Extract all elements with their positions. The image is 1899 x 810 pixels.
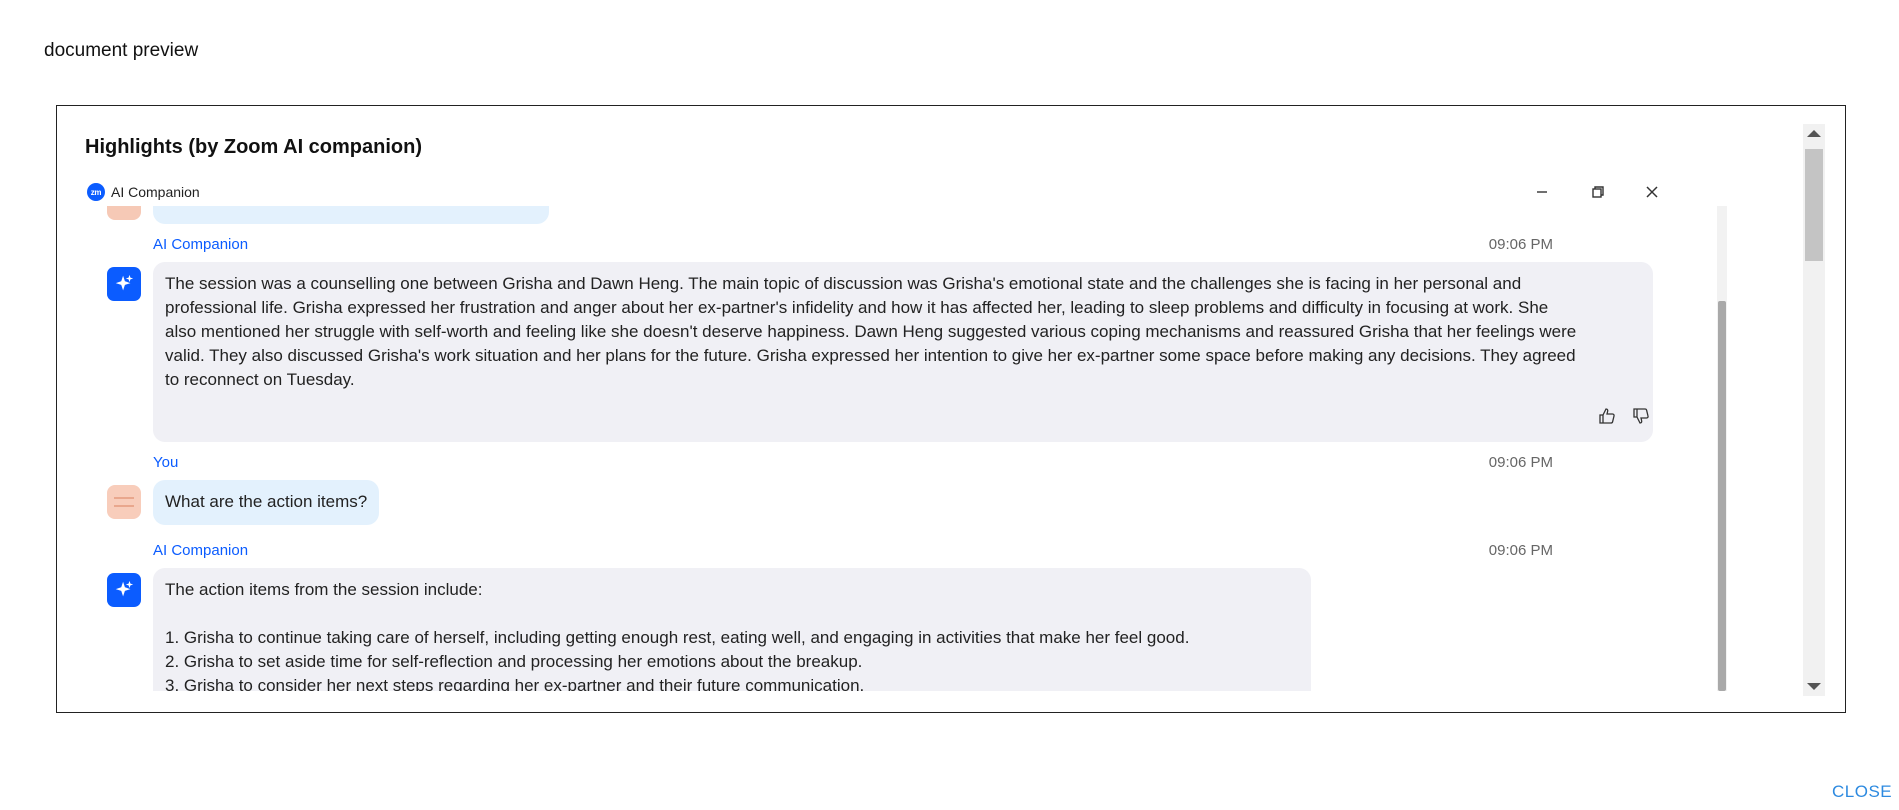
ai-message-bubble: The action items from the session includ… xyxy=(153,568,1311,691)
message-sender: AI Companion xyxy=(153,236,249,253)
restore-button[interactable] xyxy=(1587,181,1609,203)
ai-companion-titlebar: zm AI Companion xyxy=(87,181,1658,203)
preview-scrollbar-thumb[interactable] xyxy=(1805,149,1823,261)
ai-message-bubble: The session was a counselling one betwee… xyxy=(153,262,1653,442)
scroll-up-icon[interactable] xyxy=(1807,130,1821,137)
scroll-down-icon[interactable] xyxy=(1807,683,1821,690)
dialog-title: document preview xyxy=(44,40,199,61)
window-name: AI Companion xyxy=(111,184,200,200)
restore-icon xyxy=(1592,186,1604,198)
close-icon xyxy=(1646,186,1658,198)
thumbs-down-icon xyxy=(1633,408,1649,424)
preview-scrollbar[interactable] xyxy=(1803,124,1825,696)
thumbs-down-button[interactable] xyxy=(1631,406,1651,426)
chat-scrollbar[interactable] xyxy=(1717,206,1727,691)
user-message-bubble: What are the action items? xyxy=(153,480,380,525)
chat-scrollbar-thumb[interactable] xyxy=(1718,301,1726,691)
chat-history[interactable]: AI Companion 09:06 PM The session was a … xyxy=(57,206,1717,691)
message-time: 09:06 PM xyxy=(1488,236,1553,253)
minimize-icon xyxy=(1537,191,1547,193)
message-sender: You xyxy=(153,454,179,471)
close-window-button[interactable] xyxy=(1641,181,1663,203)
message-time: 09:06 PM xyxy=(1488,542,1553,559)
close-button[interactable]: CLOSE xyxy=(1832,782,1892,802)
thumbs-up-icon xyxy=(1599,408,1615,424)
thumbs-up-button[interactable] xyxy=(1597,406,1617,426)
highlights-title: Highlights (by Zoom AI companion) xyxy=(85,136,423,158)
ai-companion-avatar-icon xyxy=(107,573,141,607)
preview-frame: Highlights (by Zoom AI companion) zm AI … xyxy=(56,105,1846,713)
message-time: 09:06 PM xyxy=(1488,454,1553,471)
ai-companion-avatar-icon xyxy=(107,267,141,301)
feedback-controls xyxy=(1597,406,1651,426)
user-avatar xyxy=(107,485,141,519)
previous-user-bubble xyxy=(153,206,549,224)
message-sender: AI Companion xyxy=(153,542,249,559)
user-avatar xyxy=(107,206,141,220)
minimize-button[interactable] xyxy=(1531,181,1553,203)
zoom-logo-icon: zm xyxy=(87,183,105,201)
